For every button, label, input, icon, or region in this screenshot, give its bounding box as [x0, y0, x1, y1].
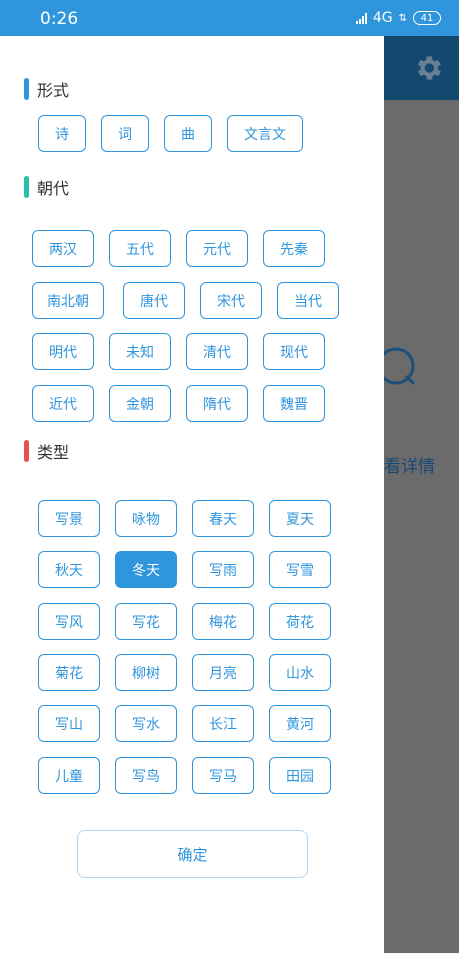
tag-chip[interactable]: 春天	[192, 500, 254, 537]
tag-chip[interactable]: 近代	[32, 385, 94, 422]
tag-chip[interactable]: 写雨	[192, 551, 254, 588]
section-marker	[24, 78, 29, 100]
tag-chip[interactable]: 隋代	[186, 385, 248, 422]
status-bar: 0:26 4G ⇅ 41	[0, 0, 459, 36]
section-marker	[24, 440, 29, 462]
tag-chip[interactable]: 山水	[269, 654, 331, 691]
tag-chip[interactable]: 清代	[186, 333, 248, 370]
tag-chip[interactable]: 荷花	[269, 603, 331, 640]
tag-chip[interactable]: 写鸟	[115, 757, 177, 794]
tag-chip[interactable]: 唐代	[123, 282, 185, 319]
section-type-title: 类型	[24, 439, 69, 463]
tag-chip[interactable]: 菊花	[38, 654, 100, 691]
tag-chip[interactable]: 写雪	[269, 551, 331, 588]
tag-chip[interactable]: 写马	[192, 757, 254, 794]
tag-chip[interactable]: 写景	[38, 500, 100, 537]
confirm-button[interactable]: 确定	[77, 830, 308, 878]
tag-chip[interactable]: 夏天	[269, 500, 331, 537]
tag-chip[interactable]: 梅花	[192, 603, 254, 640]
tag-chip[interactable]: 月亮	[192, 654, 254, 691]
status-time: 0:26	[40, 9, 79, 29]
tag-chip[interactable]: 两汉	[32, 230, 94, 267]
tag-chip[interactable]: 诗	[38, 115, 86, 152]
network-type: 4G	[372, 10, 393, 26]
tag-chip[interactable]: 先秦	[263, 230, 325, 267]
section-dynasty-title: 朝代	[24, 175, 69, 199]
tag-chip[interactable]: 咏物	[115, 500, 177, 537]
status-icons: 4G ⇅ 41	[355, 10, 441, 26]
search-icon	[384, 347, 416, 386]
tag-chip[interactable]: 写山	[38, 705, 100, 742]
tag-chip[interactable]: 写花	[115, 603, 177, 640]
tag-chip[interactable]: 冬天	[115, 551, 177, 588]
tag-chip[interactable]: 写风	[38, 603, 100, 640]
battery-icon: 41	[413, 11, 441, 25]
tag-chip[interactable]: 柳树	[115, 654, 177, 691]
background-toolbar	[384, 36, 459, 100]
tag-chip[interactable]: 明代	[32, 333, 94, 370]
tag-chip[interactable]: 南北朝	[32, 282, 104, 319]
tag-chip[interactable]: 曲	[164, 115, 212, 152]
section-label: 朝代	[37, 179, 70, 198]
detail-link: 看详情	[384, 457, 435, 477]
section-marker	[24, 176, 29, 198]
tag-chip[interactable]: 现代	[263, 333, 325, 370]
data-arrows-icon: ⇅	[398, 12, 407, 24]
tag-chip[interactable]: 田园	[269, 757, 331, 794]
tag-chip[interactable]: 宋代	[200, 282, 262, 319]
tag-chip[interactable]: 未知	[109, 333, 171, 370]
tag-chip[interactable]: 秋天	[38, 551, 100, 588]
tag-chip[interactable]: 词	[101, 115, 149, 152]
tag-chip[interactable]: 长江	[192, 705, 254, 742]
tag-chip[interactable]: 黄河	[269, 705, 331, 742]
tag-chip[interactable]: 魏晋	[263, 385, 325, 422]
section-label: 形式	[37, 81, 70, 100]
filter-drawer: 形式 诗词曲文言文 朝代 两汉 五代 元代 先秦南北朝 唐代 宋代 当代明代 未知 清代 现代近代…	[0, 36, 384, 953]
tag-chip[interactable]: 当代	[277, 282, 339, 319]
tag-chip[interactable]: 写水	[115, 705, 177, 742]
gear-icon	[417, 56, 441, 80]
section-form-title: 形式	[24, 77, 69, 101]
tag-chip[interactable]: 文言文	[227, 115, 303, 152]
tag-chip[interactable]: 金朝	[109, 385, 171, 422]
battery-level: 41	[420, 12, 434, 24]
tag-chip[interactable]: 儿童	[38, 757, 100, 794]
section-label: 类型	[37, 443, 70, 462]
signal-icon	[355, 12, 367, 24]
tag-chip[interactable]: 元代	[186, 230, 248, 267]
background-app: 看详情	[384, 36, 459, 953]
tag-chip[interactable]: 五代	[109, 230, 171, 267]
